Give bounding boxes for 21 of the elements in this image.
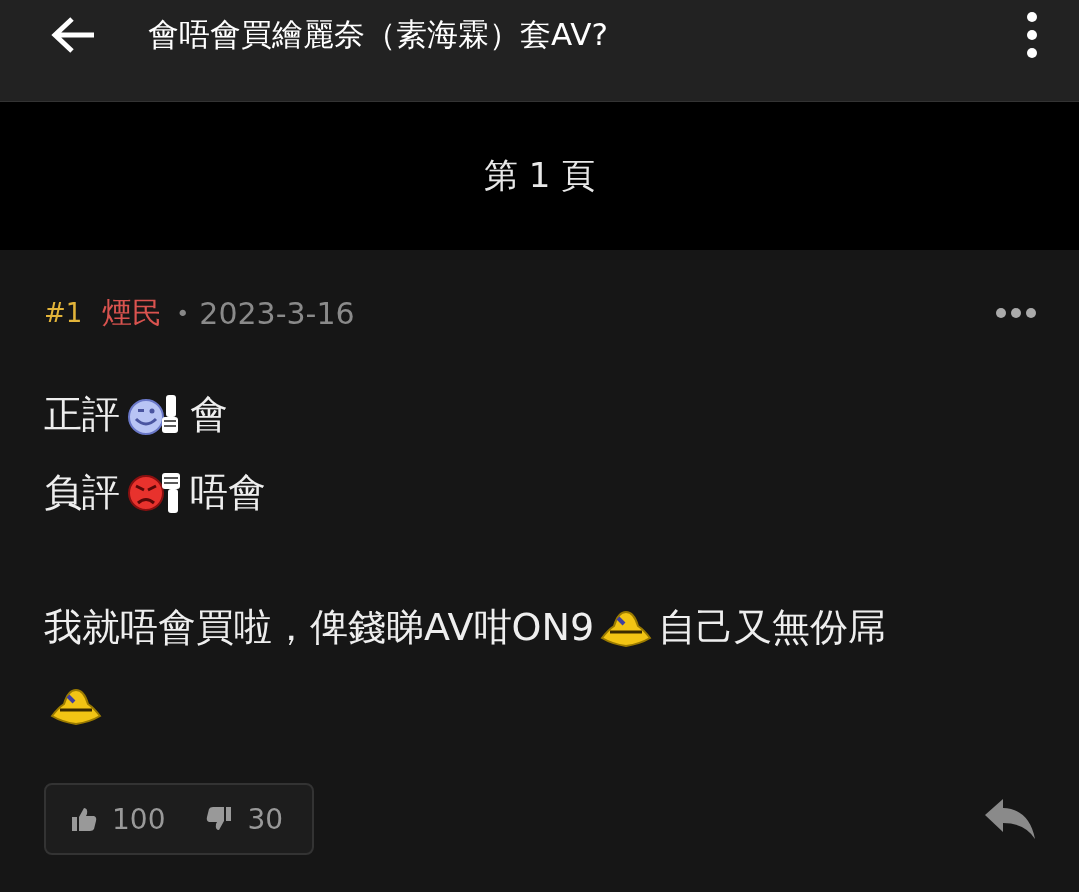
thread-title: 會唔會買繪麗奈（素海霖）套AV? [148, 14, 609, 54]
back-arrow-icon[interactable] [50, 14, 96, 55]
thumbs-down-icon [205, 805, 234, 833]
post-text: 正評 [44, 392, 120, 438]
reply-icon[interactable] [983, 797, 1037, 841]
post-text: 唔會 [190, 470, 266, 516]
page-number: 第 1 頁 [483, 154, 596, 197]
thumbs-up-icon [70, 805, 98, 833]
dislike-button[interactable]: 30 [205, 802, 284, 836]
post-date: 2023-3-16 [199, 295, 356, 331]
post-text: 負評 [44, 470, 120, 516]
separator-dot: • [176, 300, 190, 326]
author-name[interactable]: 煙民 [102, 292, 163, 334]
emoticon-icon [48, 686, 104, 726]
more-options-icon[interactable] [995, 307, 1037, 319]
post-text: 我就唔會買啦，俾錢睇AV咁ON9 [44, 605, 595, 651]
post-text: 會 [190, 392, 228, 438]
more-options-icon[interactable] [1025, 10, 1039, 59]
post-number: #1 [44, 298, 83, 328]
post-text: 自己又無份屌 [658, 605, 887, 651]
like-button[interactable]: 100 [70, 802, 166, 836]
